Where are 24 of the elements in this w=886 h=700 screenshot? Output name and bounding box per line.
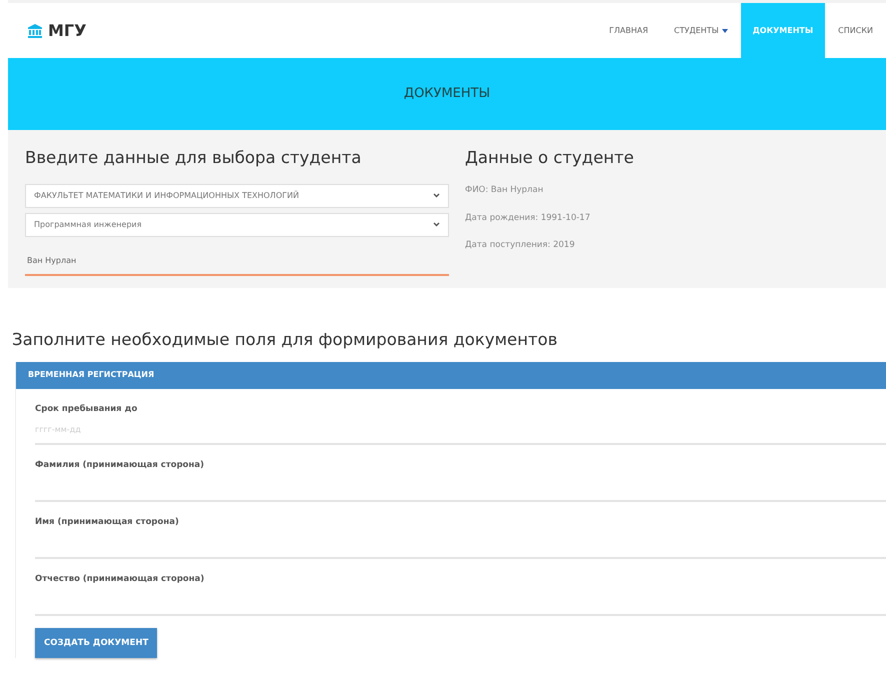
building-icon <box>28 24 42 38</box>
nav-link[interactable]: СПИСКИ <box>825 3 886 58</box>
field-label: Срок пребывания до <box>34 402 138 416</box>
brand-title[interactable]: МГУ <box>48 18 86 42</box>
field-label: Имя (принимающая сторона) <box>34 516 180 529</box>
panel-header: ВРЕМЕННАЯ РЕГИСТРАЦИЯ <box>16 362 886 389</box>
page-banner-title: ДОКУМЕНТЫ <box>404 85 490 104</box>
info-text: Дата рождения: 1991-10-17 <box>465 212 592 224</box>
form-heading: Введите данные для выбора студента <box>25 148 362 168</box>
select-field[interactable]: ФАКУЛЬТЕТ МАТЕМАТИКИ И ИНФОРМАЦИОННЫХ ТЕХНОЛОГИЙ <box>25 184 449 208</box>
info-text: ФИО: Ван Нурлан <box>465 184 544 197</box>
chevron-down-icon <box>433 193 440 198</box>
field-label: Отчество (принимающая сторона) <box>34 572 206 586</box>
select-field[interactable]: Программная инженерия <box>25 212 449 237</box>
section-heading: Заполните необходимые поля для формирования документов <box>12 330 558 350</box>
nav-link[interactable]: ГЛАВНАЯ <box>596 3 662 58</box>
chevron-down-icon <box>433 222 440 228</box>
nav-link[interactable]: СТУДЕНТЫ <box>661 3 741 58</box>
create-document-button[interactable]: СОЗДАТЬ ДОКУМЕНТ <box>35 628 158 658</box>
caret-icon <box>722 28 728 32</box>
info-heading: Данные о студенте <box>465 148 634 168</box>
info-text: Дата поступления: 2019 <box>465 239 576 252</box>
name-input[interactable]: Ван Нурлан <box>25 248 449 276</box>
field-label: Фамилия (принимающая сторона) <box>34 459 206 472</box>
